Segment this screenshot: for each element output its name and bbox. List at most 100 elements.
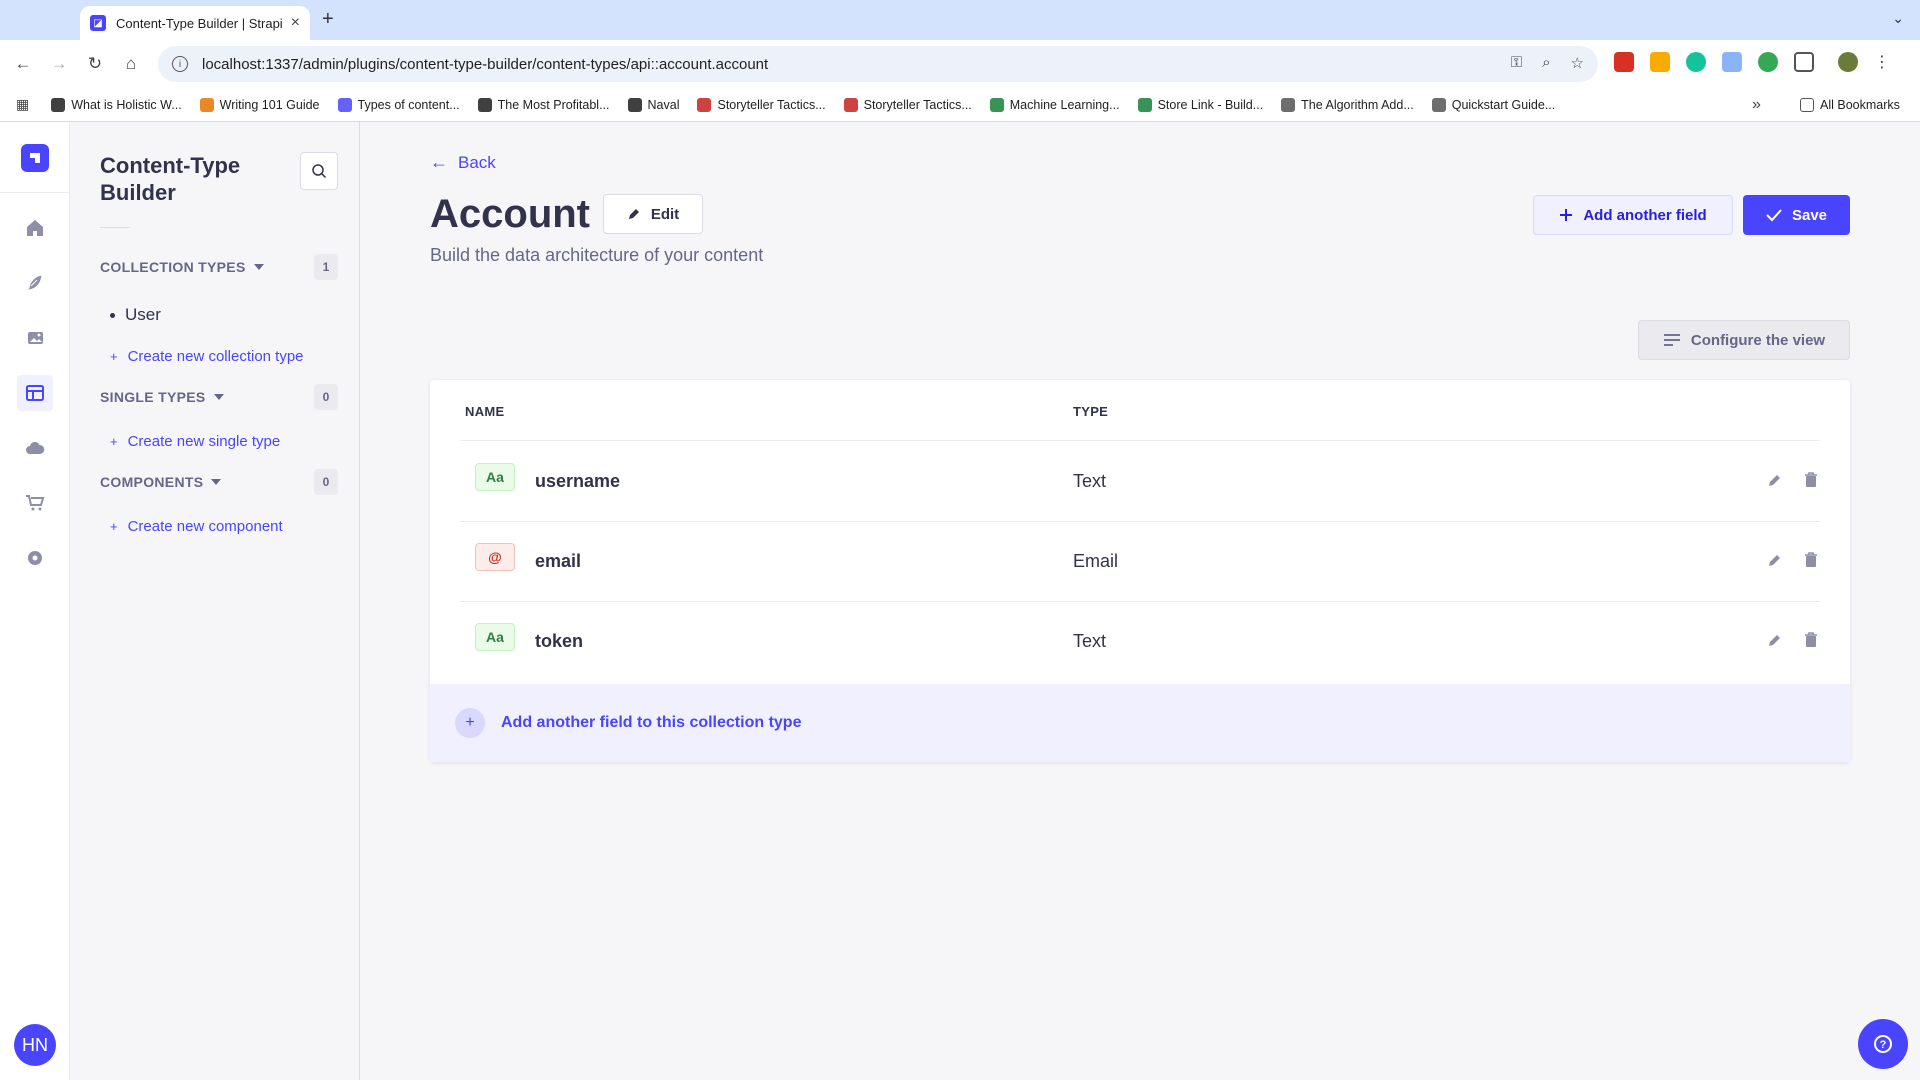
edit-field-pencil-icon[interactable] [1764,629,1786,651]
cloud-icon[interactable] [17,430,53,466]
bullet-icon [110,312,115,318]
bookmark-item[interactable]: Store Link - Build... [1137,97,1263,112]
bookmark-item[interactable]: Writing 101 Guide [199,97,320,112]
apps-grid-icon[interactable]: ▦ [16,96,29,113]
bookmark-favicon-icon [51,97,66,112]
zoom-icon[interactable]: ⌕ [1542,54,1550,72]
bookmark-item[interactable]: Machine Learning... [989,97,1120,112]
configure-the-view-button[interactable]: Configure the view [1638,320,1850,360]
bookmark-item[interactable]: The Algorithm Add... [1281,97,1414,112]
subnav-search-button[interactable] [300,152,338,190]
help-button[interactable]: ? [1858,1019,1908,1069]
content-type-builder-icon[interactable] [17,375,53,411]
create-collection-type-link[interactable]: + Create new collection type [110,348,304,365]
content-manager-feather-icon[interactable] [17,265,53,301]
components-toggle[interactable]: COMPONENTS [100,474,222,490]
marketplace-cart-icon[interactable] [17,485,53,521]
bookmark-star-icon[interactable]: ☆ [1571,54,1584,72]
field-name: username [535,471,621,491]
bookmarks-bar: ▦ What is Holistic W... Writing 101 Guide… [0,88,1920,122]
main-nav: HN [0,122,70,1080]
edit-field-pencil-icon[interactable] [1764,469,1786,491]
bookmark-item[interactable]: Naval [627,97,679,112]
bookmark-item[interactable]: Quickstart Guide... [1431,97,1555,112]
reload-icon[interactable]: ↻ [82,51,108,77]
browser-menu-icon[interactable]: ⋮ [1874,52,1890,72]
save-button[interactable]: Save [1743,195,1850,235]
bookmark-item[interactable]: Storyteller Tactics... [843,97,972,112]
collection-types-count: 1 [314,254,338,280]
main-content: ← Back Account Edit Build the data archi… [360,122,1920,1080]
field-type-email-icon: @ [475,543,515,571]
bookmark-favicon-icon [1281,97,1296,112]
new-tab-icon[interactable]: + [322,8,334,31]
caret-down-icon [213,394,224,400]
table-header: NAME TYPE [465,404,1815,440]
extensions-area: ⋮ [1614,52,1890,72]
profile-avatar-icon[interactable] [1838,52,1858,72]
forward-arrow-icon[interactable]: → [46,51,72,77]
all-bookmarks[interactable]: All Bookmarks [1800,97,1900,112]
bookmark-favicon-icon [1431,97,1446,112]
strapi-favicon-icon: ◪ [90,15,106,31]
plus-circle-icon: + [455,708,485,738]
edit-button[interactable]: Edit [603,194,703,234]
bookmark-item[interactable]: What is Holistic W... [51,97,182,112]
arrow-left-icon: ← [430,152,448,172]
delete-field-trash-icon[interactable] [1800,629,1822,651]
collection-types-toggle[interactable]: COLLECTION TYPES [100,259,264,275]
extension-yellow-icon[interactable] [1650,52,1670,72]
bookmark-item[interactable]: Storyteller Tactics... [697,97,826,112]
settings-gear-icon[interactable] [17,540,53,576]
column-header-name: NAME [465,404,505,419]
home-icon[interactable]: ⌂ [118,51,144,77]
field-type: Email [1073,551,1119,571]
edit-field-pencil-icon[interactable] [1764,549,1786,571]
more-bookmarks-icon[interactable]: » [1752,96,1761,114]
password-key-icon[interactable]: ⚿ [1511,54,1522,72]
extension-green-icon[interactable] [1758,52,1778,72]
address-bar[interactable]: i localhost:1337/admin/plugins/content-t… [158,46,1598,82]
plus-icon [1560,209,1573,221]
user-avatar[interactable]: HN [14,1024,56,1066]
media-library-icon[interactable] [17,320,53,356]
extension-red-icon[interactable] [1614,52,1634,72]
single-types-toggle[interactable]: SINGLE TYPES [100,389,224,405]
tab-title: Content-Type Builder | Strapi [116,15,283,31]
strapi-app: HN Content-Type Builder COLLECTION TYPES… [0,122,1920,1080]
pencil-icon [628,209,639,219]
home-nav-icon[interactable] [17,210,53,246]
caret-down-icon [211,479,222,485]
subnav-divider [100,227,130,228]
delete-field-trash-icon[interactable] [1800,469,1822,491]
extension-grammarly-icon[interactable] [1686,52,1706,72]
plus-icon: + [110,349,118,364]
tab-search-chevron-icon[interactable]: ⌄ [1892,10,1904,27]
bookmark-item[interactable]: The Most Profitabl... [477,97,610,112]
browser-toolbar: ← → ↻ ⌂ i localhost:1337/admin/plugins/c… [0,40,1920,88]
strapi-logo-icon[interactable] [21,144,49,172]
browser-tab[interactable]: ◪ Content-Type Builder | Strapi × [80,6,310,40]
field-type-text-icon: Aa [475,463,515,491]
back-arrow-icon[interactable]: ← [10,51,36,77]
create-component-link[interactable]: + Create new component [110,518,283,535]
add-field-to-collection-button[interactable]: + Add another field to this collection t… [430,684,1850,762]
field-type: Text [1073,631,1107,651]
delete-field-trash-icon[interactable] [1800,549,1822,571]
extension-blue-icon[interactable] [1722,52,1742,72]
url-text: localhost:1337/admin/plugins/content-typ… [202,55,769,73]
table-row: Aa username Text [460,441,1820,521]
caret-down-icon [253,264,264,270]
bookmark-favicon-icon [477,97,492,112]
collection-type-user-link[interactable]: User [110,305,161,325]
close-tab-icon[interactable]: × [291,14,300,32]
page-title: Account [430,192,590,236]
question-circle-icon: ? [1874,1035,1892,1053]
bookmark-item[interactable]: Types of content... [337,97,460,112]
site-info-icon[interactable]: i [172,56,188,72]
create-single-type-link[interactable]: + Create new single type [110,433,280,450]
field-type-text-icon: Aa [475,623,515,651]
extensions-puzzle-icon[interactable] [1794,52,1814,72]
add-another-field-button[interactable]: Add another field [1533,195,1733,235]
back-link[interactable]: ← Back [430,152,496,173]
